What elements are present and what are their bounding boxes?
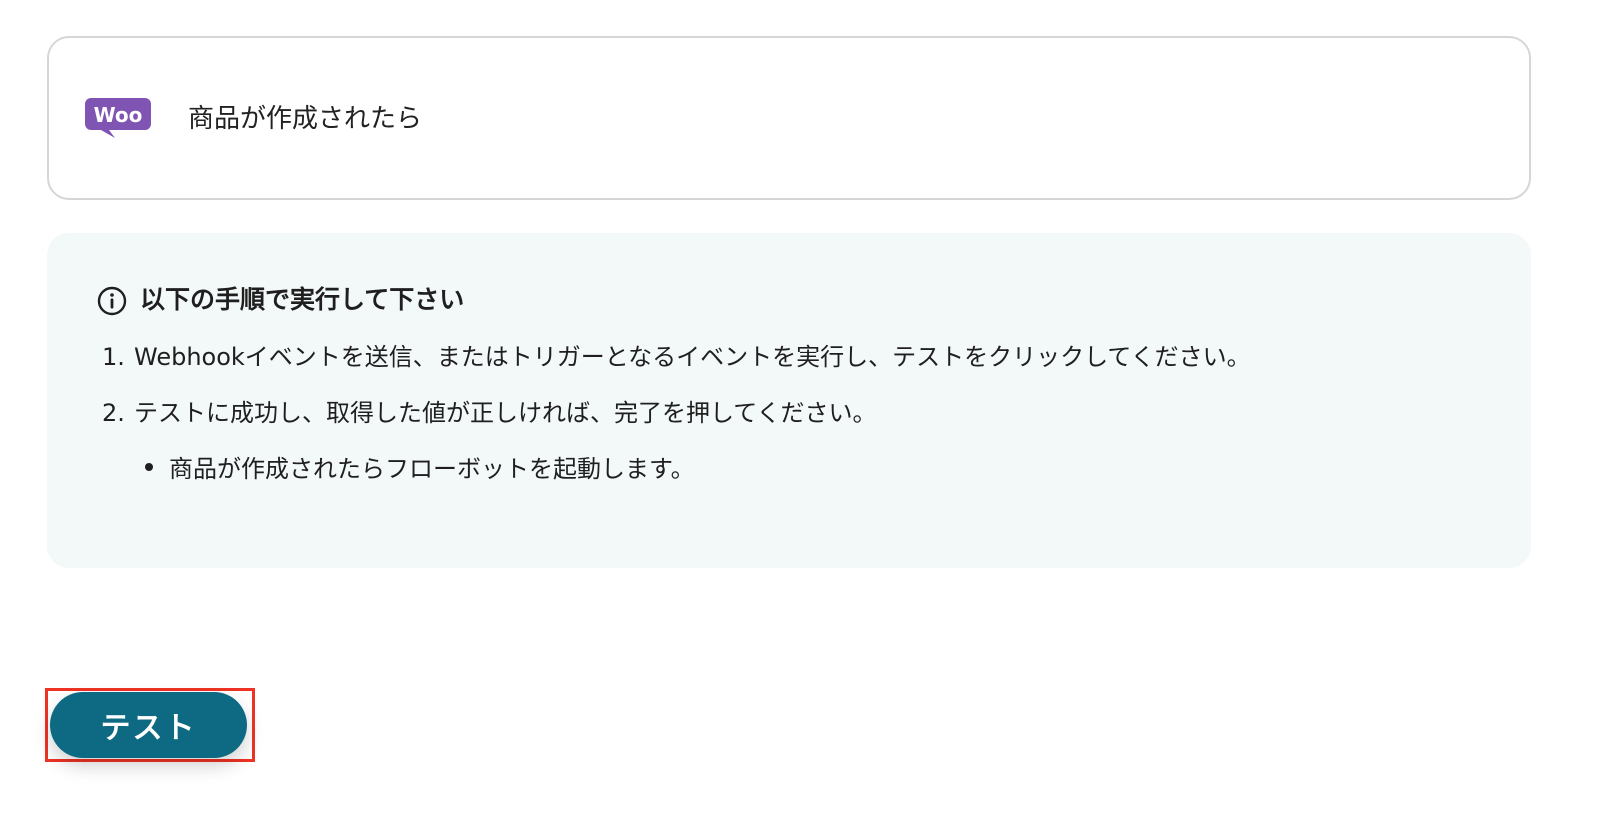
instruction-step-2: 2. テストに成功し、取得した値が正しければ、完了を押してください。 xyxy=(102,395,877,431)
trigger-label: 商品が作成されたら xyxy=(188,104,423,134)
sub-bullet-text: 商品が作成されたらフローボットを起動します。 xyxy=(169,455,695,483)
bullet-dot-icon xyxy=(145,463,153,471)
step-number: 1. xyxy=(102,343,125,371)
instructions-panel: 以下の手順で実行して下さい 1. Webhookイベントを送信、またはトリガーとな… xyxy=(47,233,1531,568)
step-number: 2. xyxy=(102,399,125,427)
test-button[interactable]: テスト xyxy=(50,692,247,758)
instruction-sub-bullet: 商品が作成されたらフローボットを起動します。 xyxy=(145,451,695,487)
instruction-step-1: 1. Webhookイベントを送信、またはトリガーとなるイベントを実行し、テストを… xyxy=(102,339,1251,375)
woocommerce-logo-icon: Woo xyxy=(85,98,151,138)
info-icon xyxy=(97,286,127,316)
trigger-card[interactable]: Woo 商品が作成されたら xyxy=(47,36,1531,200)
instructions-title: 以下の手順で実行して下さい xyxy=(140,285,465,314)
step-text: テストに成功し、取得した値が正しければ、完了を押してください。 xyxy=(134,399,877,427)
svg-text:Woo: Woo xyxy=(94,103,143,127)
step-text: Webhookイベントを送信、またはトリガーとなるイベントを実行し、テストをクリ… xyxy=(134,343,1251,371)
